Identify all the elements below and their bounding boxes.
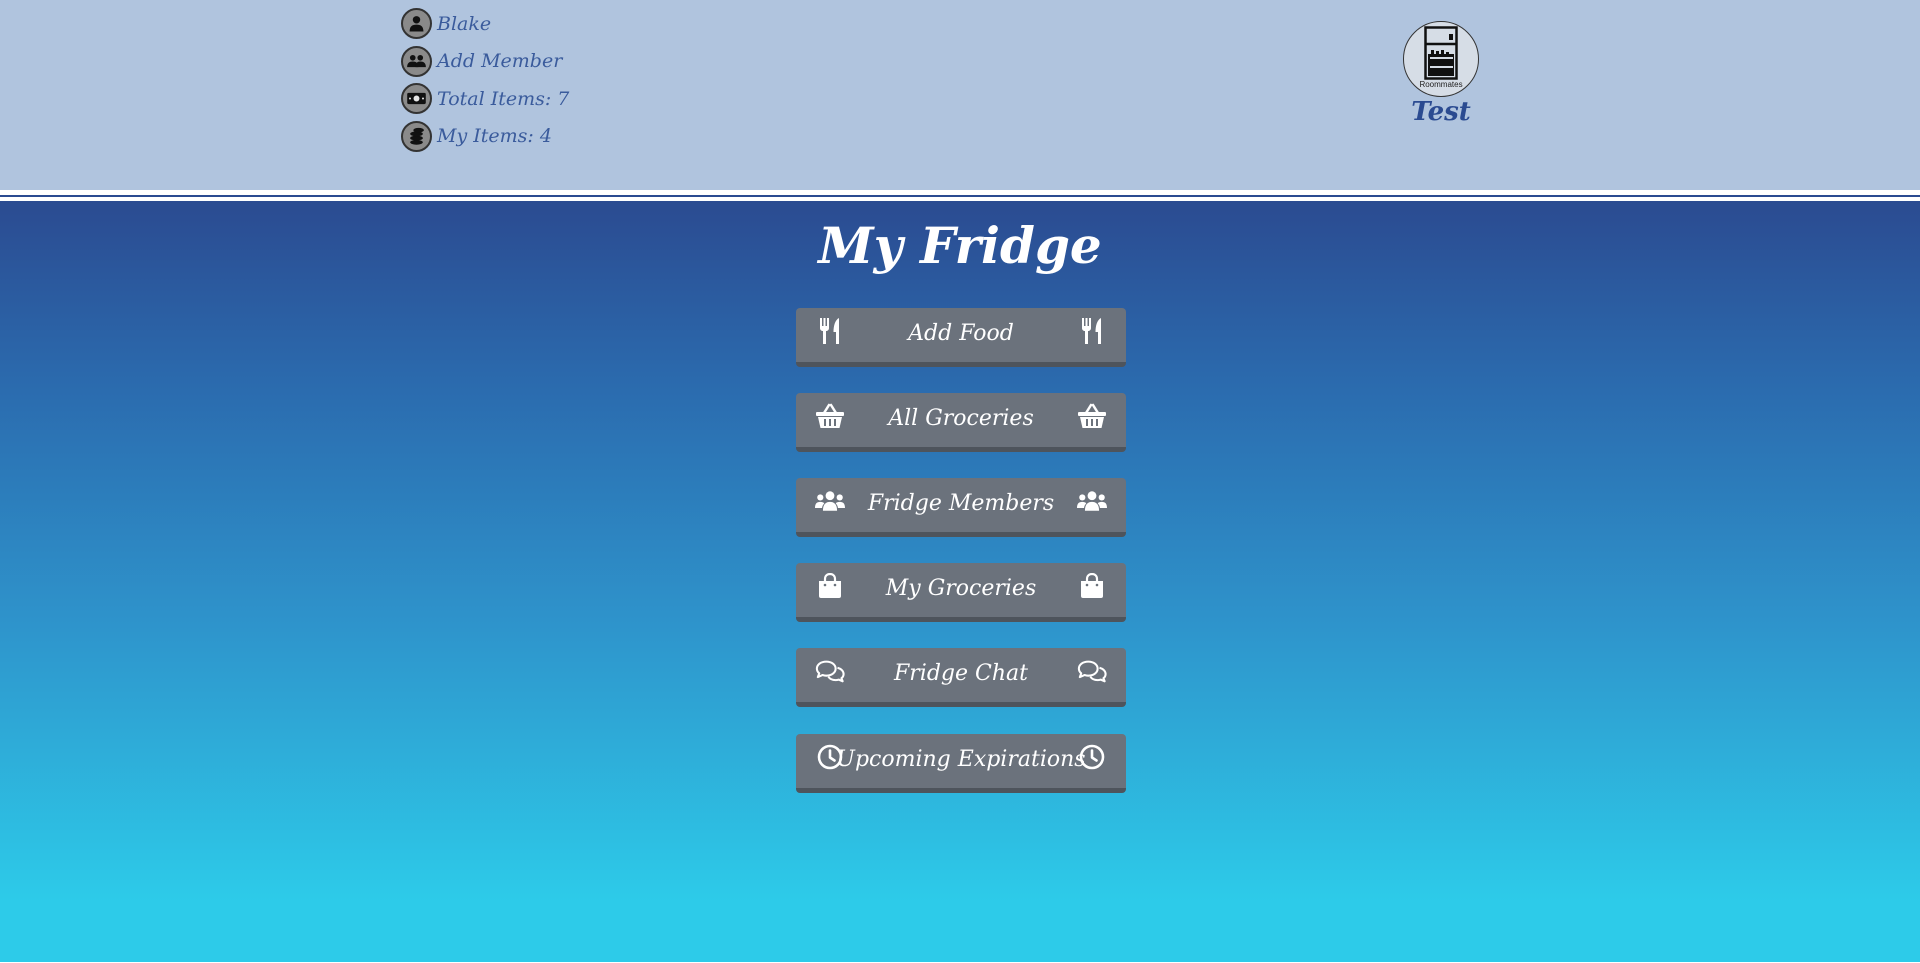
user-profile-link[interactable]: Blake xyxy=(401,5,569,43)
coins-icon xyxy=(401,120,432,152)
fridge-members-button[interactable]: Fridge Members xyxy=(796,478,1126,537)
add-member-link[interactable]: Add Member xyxy=(401,43,569,81)
fridge-badge-label: Roommates xyxy=(1419,80,1463,89)
top-header: Blake Add Member Total Items: 7 My Items… xyxy=(0,0,1920,193)
basket-icon xyxy=(1077,401,1107,431)
my-groceries-button[interactable]: My Groceries xyxy=(796,563,1126,622)
total-items-label: Total Items: 7 xyxy=(437,87,570,110)
fridge-name[interactable]: Test xyxy=(1380,97,1502,127)
add-food-button[interactable]: Add Food xyxy=(796,308,1126,367)
header-divider xyxy=(0,195,1920,197)
user-name: Blake xyxy=(437,12,492,35)
utensils-icon xyxy=(1077,316,1107,346)
clock-icon xyxy=(1077,742,1107,772)
user-icon xyxy=(401,8,432,40)
user-menu: Blake Add Member Total Items: 7 My Items… xyxy=(401,5,569,155)
fridge-chat-button[interactable]: Fridge Chat xyxy=(796,648,1126,707)
upcoming-expirations-button[interactable]: Upcoming Expirations xyxy=(796,734,1126,793)
money-bill-icon xyxy=(401,83,432,115)
fridge-icon xyxy=(1424,26,1458,80)
my-items-link[interactable]: My Items: 4 xyxy=(401,118,569,156)
total-items-link[interactable]: Total Items: 7 xyxy=(401,80,569,118)
shopping-bag-icon xyxy=(1077,571,1107,601)
users-icon xyxy=(1077,486,1107,516)
fridge-badge[interactable]: Roommates xyxy=(1403,21,1479,97)
add-member-label: Add Member xyxy=(437,50,563,73)
my-items-label: My Items: 4 xyxy=(437,125,552,148)
all-groceries-button[interactable]: All Groceries xyxy=(796,393,1126,452)
page-title: My Fridge xyxy=(818,216,1102,275)
comments-icon xyxy=(1077,656,1107,686)
main-content: My Fridge Add Food All Groceries Fridge … xyxy=(0,201,1920,963)
users-icon xyxy=(401,45,432,77)
